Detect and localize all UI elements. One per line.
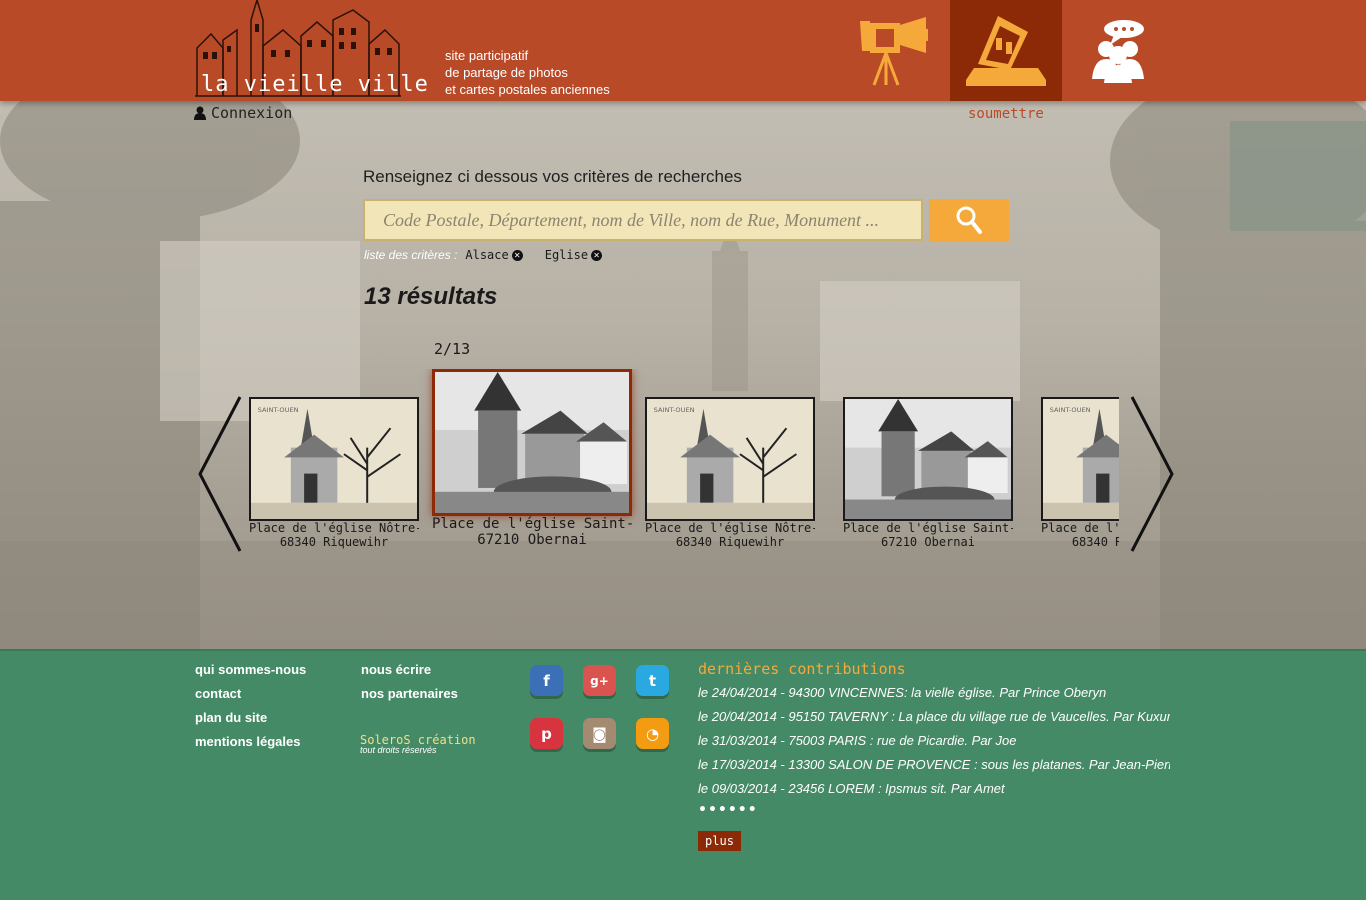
result-title: Place de l'église Nôtre-d [249,521,419,535]
tagline-line: et cartes postales anciennes [445,82,610,97]
result-place: 67210 Obernai [881,535,975,549]
contribution-item[interactable]: le 24/04/2014 - 94300 VINCENNES: la viel… [698,685,1170,700]
result-place: 68340 Riquewihr [1071,535,1119,549]
active-nav-label: soumettre [968,106,1044,122]
nav-browse[interactable] [838,0,950,101]
contribution-item[interactable]: le 09/03/2014 - 23456 LOREM : Ipsmus sit… [698,781,1170,796]
results-count: 13 résultats [364,283,498,310]
postcard-image: SAINT-OUEN [647,399,813,519]
search-hero: Renseignez ci dessous vos critères de re… [0,101,1366,649]
submit-postcard-icon [966,15,1046,86]
result-thumbnail[interactable] [432,369,632,516]
google-plus-icon[interactable]: g+ [583,665,616,696]
credit-block: SoleroS création tout droits réservés [360,733,476,755]
result-card[interactable]: Place de l'église Saint-P 67210 Obernai [843,397,1013,549]
result-card[interactable]: SAINT-OUEN Place de l'église Nôtre-d6834… [645,397,815,549]
contribution-item[interactable]: le 20/04/2014 - 95150 TAVERNY : La place… [698,709,1170,724]
chevron-left-icon [198,396,242,552]
results-carousel: SAINT-OUEN Place de l'église Nôtre-d 6834… [249,369,1119,559]
nav-community[interactable] [1062,0,1174,101]
result-card[interactable]: SAINT-OUEN Place de l'église Nôtre-d6834… [1041,397,1119,549]
site-footer: qui sommes-nous contact plan du site men… [0,649,1366,900]
footer-link-legal[interactable]: mentions légales [195,734,300,749]
criteria-chip-label: Alsace [465,248,509,262]
footer-link-about[interactable]: qui sommes-nous [195,662,306,677]
more-dots: •••••• [698,802,758,818]
svg-text:SAINT-OUEN: SAINT-OUEN [258,406,299,414]
community-icon [1092,19,1144,83]
svg-text:SAINT-OUEN: SAINT-OUEN [1050,406,1091,414]
search-icon [956,206,982,234]
postcard-image: SAINT-OUEN [1043,399,1119,519]
postcard-image [845,399,1011,519]
remove-criteria-icon[interactable]: ✕ [591,249,603,261]
result-title: Place de l'église Saint-P [432,516,632,532]
carousel-prev-button[interactable] [196,395,244,553]
tagline-line: site participatif [445,48,529,63]
result-thumbnail[interactable]: SAINT-OUEN [645,397,815,521]
logo-text: la vieille ville [201,72,429,97]
footer-link-write[interactable]: nous écrire [361,662,431,677]
site-tagline: site participatif de partage de photos e… [445,47,610,98]
result-place: 68340 Riquewihr [279,535,389,549]
login-link[interactable]: Connexion [194,104,292,122]
tagline-line: de partage de photos [445,65,568,80]
search-instructions: Renseignez ci dessous vos critères de re… [363,167,742,186]
login-label: Connexion [211,104,293,122]
footer-link-partners[interactable]: nos partenaires [361,686,458,701]
search-input[interactable] [363,199,923,241]
more-contributions-button[interactable]: plus [698,831,741,851]
user-icon [194,106,206,120]
criteria-chip: Eglise ✕ [544,248,603,262]
footer-link-contact[interactable]: contact [195,686,241,701]
footer-link-sitemap[interactable]: plan du site [195,710,267,725]
rss-icon[interactable]: ◔ [636,718,669,749]
criteria-list: liste des critères : Alsace ✕ Eglise ✕ [364,248,618,262]
site-logo[interactable]: la vieille ville [193,0,428,98]
nav-submit[interactable] [950,0,1062,101]
pinterest-icon[interactable]: p [530,718,563,749]
result-place: 68340 Riquewihr [675,535,785,549]
postcard-image [435,372,629,513]
site-header: la vieille ville site participatif de pa… [0,0,1366,101]
svg-text:SAINT-OUEN: SAINT-OUEN [654,406,695,414]
search-button[interactable] [929,199,1009,241]
result-title: Place de l'église Nôtre-d [1041,521,1119,535]
contribution-item[interactable]: le 17/03/2014 - 13300 SALON DE PROVENCE … [698,757,1170,772]
instagram-icon[interactable]: ◙ [583,718,616,749]
contribution-item[interactable]: le 31/03/2014 - 75003 PARIS : rue de Pic… [698,733,1170,748]
result-title: Place de l'église Saint-P [843,521,1013,535]
contributions-title: dernières contributions [698,660,906,678]
facebook-icon[interactable]: f [530,665,563,696]
criteria-label: liste des critères : [364,248,458,262]
result-title: Place de l'église Nôtre-d [645,521,815,535]
results-position: 2/13 [434,340,471,358]
result-card[interactable]: Place de l'église Saint-P 67210 Obernai [432,369,632,548]
carousel-next-button[interactable] [1128,395,1176,553]
camera-projector-icon [860,16,928,86]
remove-criteria-icon[interactable]: ✕ [511,249,523,261]
criteria-chip: Alsace ✕ [465,248,523,262]
twitter-icon[interactable]: t [636,665,669,696]
result-card[interactable]: SAINT-OUEN Place de l'église Nôtre-d6834… [249,397,419,549]
chevron-right-icon [1130,396,1174,552]
result-thumbnail[interactable]: SAINT-OUEN [249,397,419,521]
result-thumbnail[interactable] [843,397,1013,521]
postcard-image: SAINT-OUEN [251,399,417,519]
result-thumbnail[interactable]: SAINT-OUEN [1041,397,1119,521]
criteria-chip-label: Eglise [544,248,589,262]
result-place: 67210 Obernai [477,532,587,548]
